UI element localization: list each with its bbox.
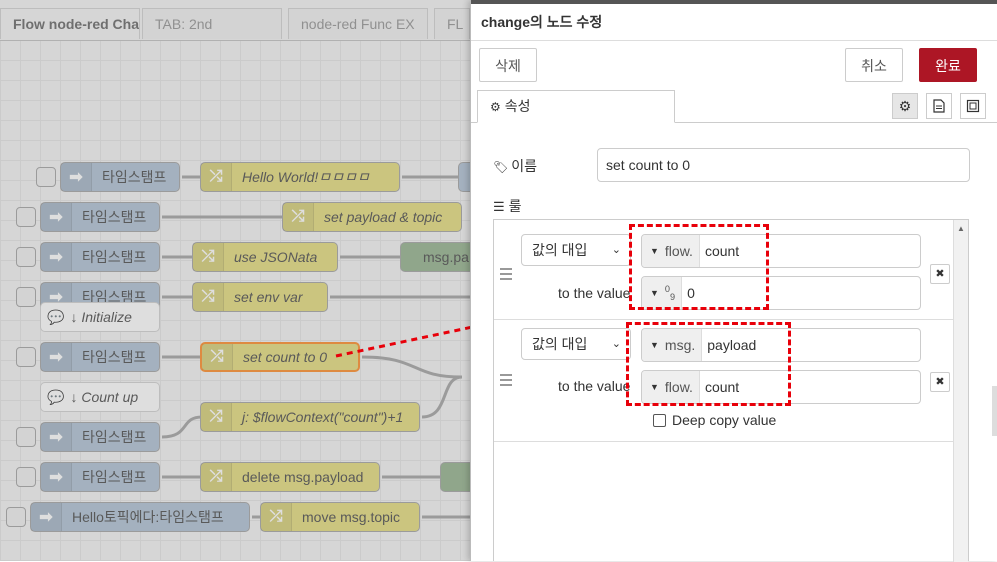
rule-target-input[interactable]: ▼ msg. payload: [641, 328, 921, 362]
rule-item: 값의 대입 ⌄ ▼ flow. count to the value ▼ 09 0 ✖: [494, 220, 954, 319]
rule-value-input[interactable]: ▼ flow. count: [641, 370, 921, 404]
divider: [494, 441, 954, 442]
tray-title: change의 노드 수정: [481, 14, 603, 30]
deep-copy-option: Deep copy value: [653, 412, 776, 428]
rule-action-select[interactable]: 값의 대입 ⌄: [521, 328, 631, 360]
deep-copy-checkbox[interactable]: [653, 413, 666, 427]
target-type-selector[interactable]: ▼ msg.: [642, 329, 703, 361]
tag-icon: 🏷: [493, 160, 509, 174]
name-input[interactable]: set count to 0: [597, 148, 970, 182]
number-type-icon: 09: [664, 284, 676, 302]
divider: [471, 40, 997, 41]
modal-dim-overlay: [0, 0, 470, 561]
chevron-down-icon: ⌄: [611, 244, 621, 256]
tray-tab-bar: ⚙ 속성 ⚙: [471, 90, 997, 123]
rules-scrollbar[interactable]: ▲: [953, 220, 968, 562]
node-edit-tray: change의 노드 수정 삭제 취소 완료 ⚙ 속성 ⚙ 🏷 이름 set cou…: [470, 0, 997, 562]
flow-workspace[interactable]: Flow node-red Cha TAB: 2nd node-red Func…: [0, 0, 470, 561]
name-label: 🏷 이름: [493, 158, 537, 174]
rules-label: ☰ 룰: [493, 198, 522, 214]
chevron-down-icon: ⌄: [611, 338, 621, 350]
deep-copy-label: Deep copy value: [672, 412, 777, 428]
drag-handle-icon[interactable]: [500, 268, 512, 283]
rule-value-input[interactable]: ▼ 09 0: [641, 276, 921, 310]
tray-resize-handle[interactable]: [992, 386, 997, 436]
drag-handle-icon[interactable]: [500, 374, 512, 389]
list-icon: ☰: [493, 199, 505, 214]
delete-button[interactable]: 삭제: [479, 48, 537, 82]
caret-down-icon: ▼: [650, 340, 659, 350]
caret-down-icon: ▼: [650, 288, 659, 298]
rule-action-select[interactable]: 값의 대입 ⌄: [521, 234, 631, 266]
frame-icon: [966, 99, 980, 113]
node-description-tab-button[interactable]: [926, 93, 952, 119]
node-appearance-tab-button[interactable]: [960, 93, 986, 119]
node-settings-tab-button[interactable]: ⚙: [892, 93, 918, 119]
rule-target-input[interactable]: ▼ flow. count: [641, 234, 921, 268]
rules-list[interactable]: ▲ 값의 대입 ⌄ ▼ flow. count to the value ▼ 09 0…: [493, 219, 969, 562]
tab-properties[interactable]: ⚙ 속성: [477, 90, 675, 123]
target-type-selector[interactable]: ▼ flow.: [642, 235, 700, 267]
close-icon: ✖: [935, 268, 945, 280]
value-type-selector[interactable]: ▼ 09: [642, 277, 683, 309]
to-value-label: to the value: [558, 378, 631, 394]
caret-down-icon: ▼: [650, 246, 659, 256]
document-icon: [933, 99, 945, 113]
remove-rule-button[interactable]: ✖: [930, 264, 950, 284]
caret-down-icon: ▼: [650, 382, 659, 392]
tray-top-bar: [471, 0, 997, 4]
gear-icon: ⚙: [898, 97, 912, 114]
done-button[interactable]: 완료: [919, 48, 977, 82]
to-value-label: to the value: [558, 285, 631, 301]
scroll-up-icon[interactable]: ▲: [957, 224, 965, 233]
gear-icon: ⚙: [490, 100, 501, 114]
cancel-button[interactable]: 취소: [845, 48, 903, 82]
remove-rule-button[interactable]: ✖: [930, 372, 950, 392]
close-icon: ✖: [935, 376, 945, 388]
value-type-selector[interactable]: ▼ flow.: [642, 371, 700, 403]
rule-item: 값의 대입 ⌄ ▼ msg. payload to the value ▼ flow.…: [494, 320, 954, 440]
